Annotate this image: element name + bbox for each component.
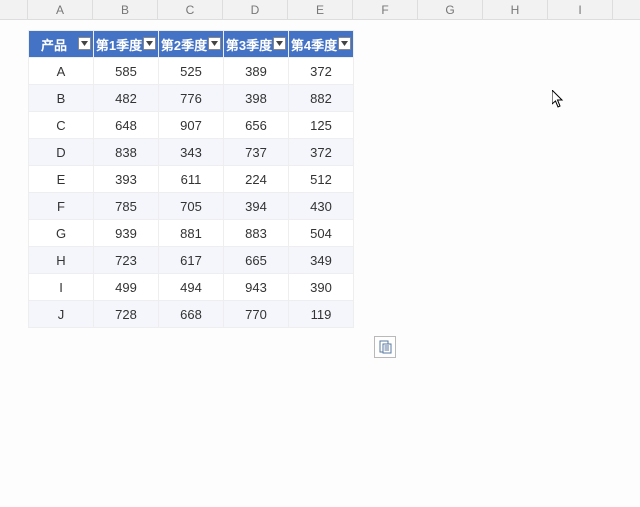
table-cell[interactable]: 398 [224, 85, 289, 112]
header-label: 第2季度 [161, 35, 207, 54]
table-cell[interactable]: 617 [159, 247, 224, 274]
table-cell[interactable]: 372 [289, 58, 354, 85]
table-row: E393611224512 [29, 166, 354, 193]
filter-dropdown-icon[interactable] [208, 37, 221, 50]
table-cell[interactable]: 119 [289, 301, 354, 328]
table-cell[interactable]: 224 [224, 166, 289, 193]
filter-dropdown-icon[interactable] [338, 37, 351, 50]
table-cell[interactable]: 430 [289, 193, 354, 220]
table-cell[interactable]: 525 [159, 58, 224, 85]
mouse-cursor-icon [552, 90, 566, 108]
header-q4[interactable]: 第4季度 [289, 31, 354, 58]
table-cell[interactable]: 882 [289, 85, 354, 112]
table-cell[interactable]: 881 [159, 220, 224, 247]
table-cell[interactable]: B [29, 85, 94, 112]
table-header-row: 产品 第1季度 第2季度 [29, 31, 354, 58]
table-row: A585525389372 [29, 58, 354, 85]
col-header[interactable]: G [418, 0, 483, 20]
table-row: G939881883504 [29, 220, 354, 247]
table-cell[interactable]: 372 [289, 139, 354, 166]
table-cell[interactable]: 394 [224, 193, 289, 220]
table-cell[interactable]: 389 [224, 58, 289, 85]
table-cell[interactable]: 668 [159, 301, 224, 328]
table-cell[interactable]: 737 [224, 139, 289, 166]
table-cell[interactable]: 343 [159, 139, 224, 166]
col-header[interactable]: A [28, 0, 93, 20]
table-cell[interactable]: 656 [224, 112, 289, 139]
table-cell[interactable]: 504 [289, 220, 354, 247]
data-table: 产品 第1季度 第2季度 [28, 30, 354, 328]
column-header-strip: A B C D E F G H I [0, 0, 640, 20]
table-cell[interactable]: 585 [94, 58, 159, 85]
table-cell[interactable]: E [29, 166, 94, 193]
table-row: F785705394430 [29, 193, 354, 220]
table-cell[interactable]: I [29, 274, 94, 301]
table-cell[interactable]: 705 [159, 193, 224, 220]
table-cell[interactable]: 512 [289, 166, 354, 193]
table-cell[interactable]: 943 [224, 274, 289, 301]
header-label: 第4季度 [291, 35, 337, 54]
table-cell[interactable]: J [29, 301, 94, 328]
table-cell[interactable]: 499 [94, 274, 159, 301]
table-row: J728668770119 [29, 301, 354, 328]
col-header[interactable]: D [223, 0, 288, 20]
table-cell[interactable]: 785 [94, 193, 159, 220]
header-label: 第1季度 [96, 35, 142, 54]
col-header[interactable]: E [288, 0, 353, 20]
table-cell[interactable]: 390 [289, 274, 354, 301]
filter-dropdown-icon[interactable] [78, 37, 91, 50]
table-cell[interactable]: 494 [159, 274, 224, 301]
col-header[interactable]: I [548, 0, 613, 20]
table-row: D838343737372 [29, 139, 354, 166]
table-cell[interactable]: 349 [289, 247, 354, 274]
col-header[interactable]: B [93, 0, 158, 20]
filter-dropdown-icon[interactable] [143, 37, 156, 50]
table-cell[interactable]: 770 [224, 301, 289, 328]
table-cell[interactable]: 883 [224, 220, 289, 247]
table-cell[interactable]: F [29, 193, 94, 220]
table-row: I499494943390 [29, 274, 354, 301]
col-header[interactable]: H [483, 0, 548, 20]
col-header[interactable]: C [158, 0, 223, 20]
header-label: 第3季度 [226, 35, 272, 54]
table-cell[interactable]: 838 [94, 139, 159, 166]
table-cell[interactable]: 728 [94, 301, 159, 328]
table-cell[interactable]: G [29, 220, 94, 247]
header-q1[interactable]: 第1季度 [94, 31, 159, 58]
header-label: 产品 [41, 35, 67, 54]
table-cell[interactable]: 723 [94, 247, 159, 274]
table-cell[interactable]: H [29, 247, 94, 274]
table-row: B482776398882 [29, 85, 354, 112]
table-row: H723617665349 [29, 247, 354, 274]
table-cell[interactable]: 648 [94, 112, 159, 139]
table-cell[interactable]: 611 [159, 166, 224, 193]
col-header[interactable]: F [353, 0, 418, 20]
filter-dropdown-icon[interactable] [273, 37, 286, 50]
table-cell[interactable]: 776 [159, 85, 224, 112]
table-cell[interactable]: 907 [159, 112, 224, 139]
table-cell[interactable]: 482 [94, 85, 159, 112]
table-cell[interactable]: 939 [94, 220, 159, 247]
table-cell[interactable]: A [29, 58, 94, 85]
paste-options-button[interactable] [374, 336, 396, 358]
header-product[interactable]: 产品 [29, 31, 94, 58]
table-cell[interactable]: 125 [289, 112, 354, 139]
table-cell[interactable]: C [29, 112, 94, 139]
header-q3[interactable]: 第3季度 [224, 31, 289, 58]
table-cell[interactable]: 393 [94, 166, 159, 193]
header-q2[interactable]: 第2季度 [159, 31, 224, 58]
table-cell[interactable]: 665 [224, 247, 289, 274]
select-all-corner[interactable] [0, 0, 28, 20]
table-cell[interactable]: D [29, 139, 94, 166]
table-row: C648907656125 [29, 112, 354, 139]
